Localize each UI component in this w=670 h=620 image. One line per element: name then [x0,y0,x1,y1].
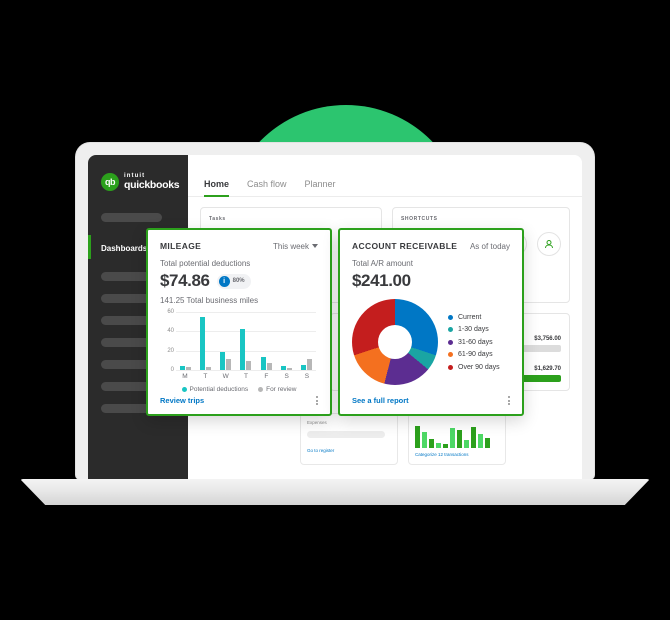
mileage-subtitle: Total potential deductions [160,259,251,268]
mileage-period-selector[interactable]: This week [273,242,318,251]
chart-x-tick: S [304,373,310,380]
donut-legend-item: Current [448,314,500,321]
chevron-down-icon [312,244,318,248]
mileage-percent-label: 80% [232,278,245,284]
donut-legend-item: 31-60 days [448,339,500,346]
shortcut-customer-icon[interactable] [537,232,561,256]
legend-color-dot [448,339,453,345]
ar-donut-graphic [352,299,438,385]
tab-planner[interactable]: Planner [305,179,336,196]
review-trips-link[interactable]: Review trips [160,396,204,405]
brand-logo: qb intuit quickbooks [88,155,188,191]
chart-y-tick: 60 [167,309,174,315]
chart-bar [281,366,287,370]
chart-x-tick: F [264,373,269,380]
laptop-base [20,479,650,505]
categorize-transactions-link[interactable]: Categorize 12 transactions [415,452,499,457]
tab-cash-flow[interactable]: Cash flow [247,179,287,196]
chart-y-tick: 40 [167,328,174,335]
tab-bar: Home Cash flow Planner [188,155,582,197]
chart-bar-group [219,351,233,370]
go-to-register-link[interactable]: Go to register [307,448,391,453]
chart-x-tick: S [284,373,289,380]
info-icon: i [218,275,230,287]
expenses-ghost-bar [307,431,385,438]
ar-amount: $241.00 [352,271,411,290]
chart-bar [240,329,246,370]
ar-period-label: As of today [469,241,510,251]
legend-label: 61-90 days [458,351,493,358]
chart-bar [307,359,313,370]
sidebar-item-label: Dashboards [101,244,148,253]
legend-label: 31-60 days [458,338,493,346]
chart-y-tick: 0 [170,367,174,373]
see-full-report-link[interactable]: See a full report [352,396,409,405]
mileage-period-label: This week [272,241,309,251]
chart-bar-group [178,366,192,370]
chart-bar-group [259,357,273,370]
chart-x-tick: W [222,373,229,380]
screenshot-stage: qb intuit quickbooks Dashboards Home Cas… [0,0,670,620]
expenses-mini-title: Expenses [307,420,327,425]
legend-color-dot [448,327,453,332]
chart-y-tick: 20 [167,347,174,354]
mileage-card-title: MILEAGE [160,241,202,251]
chart-bar [220,351,226,370]
chart-bar [266,363,272,370]
sidebar-item-placeholder[interactable] [101,213,162,222]
mileage-percent-badge: i 80% [216,273,251,289]
legend-label: 1-30 days [458,326,489,333]
ar-donut-chart: Current 1-30 days 31-60 days 61-90 days Over… [352,299,510,385]
chart-bar [301,365,307,370]
kebab-menu-icon[interactable] [316,396,318,405]
mileage-bar-chart: 0 20 40 60 MTWTFSS Potential deductions For … [160,309,318,393]
legend-color-dot [448,364,453,370]
bottom-card-row: Expenses Go to register Categorize 12 tr… [300,413,506,465]
kebab-menu-icon[interactable] [508,396,510,405]
chart-bar [179,366,185,370]
legend-label: Over 90 days [458,363,500,371]
expenses-mini-card[interactable]: Expenses Go to register [300,413,398,465]
chart-bar [199,316,205,370]
tab-home[interactable]: Home [204,179,230,197]
chart-bar-group [198,316,212,370]
account-receivable-widget-card[interactable]: ACCOUNT RECEIVABLE As of today Total A/R… [338,228,524,416]
chart-gridline [176,370,316,371]
quickbooks-logo-icon: qb [101,173,119,191]
mileage-amount: $74.86 [160,271,210,290]
chart-bar-group [239,329,253,370]
ar-card-title: ACCOUNT RECEIVABLE [352,241,458,251]
ar-subtitle: Total A/R amount [352,259,413,268]
tasks-panel-title: Tasks [209,216,226,222]
brand-quickbooks-label: quickbooks [124,179,180,192]
donut-legend-item: 61-90 days [448,351,500,358]
chart-bar [205,367,211,370]
donut-legend-item: Over 90 days [448,364,500,371]
shortcuts-panel-title: SHORTCUTS [401,216,438,222]
legend-label: Current [458,313,482,321]
legend-color-dot [448,314,453,320]
chart-bar [260,357,266,370]
chart-x-tick: M [182,373,188,380]
transactions-mini-card[interactable]: Categorize 12 transactions [408,413,506,465]
chart-bar-group [300,359,314,370]
mileage-total-miles: 141.25 Total business miles [160,296,259,305]
transactions-mini-chart [415,422,499,448]
chart-x-tick: T [243,373,248,380]
chart-bar-group [280,366,294,370]
chart-bar [287,368,293,370]
legend-color-dot [448,352,453,357]
chart-bar [226,359,232,370]
ar-donut-legend: Current 1-30 days 31-60 days 61-90 days Over… [448,314,500,371]
mileage-widget-card[interactable]: MILEAGE This week Total potential deduct… [146,228,332,416]
chart-x-tick: T [203,373,208,380]
chart-bar [246,361,252,370]
donut-legend-item: 1-30 days [448,326,500,333]
chart-plot-area [178,312,314,370]
chart-bar [185,367,191,370]
